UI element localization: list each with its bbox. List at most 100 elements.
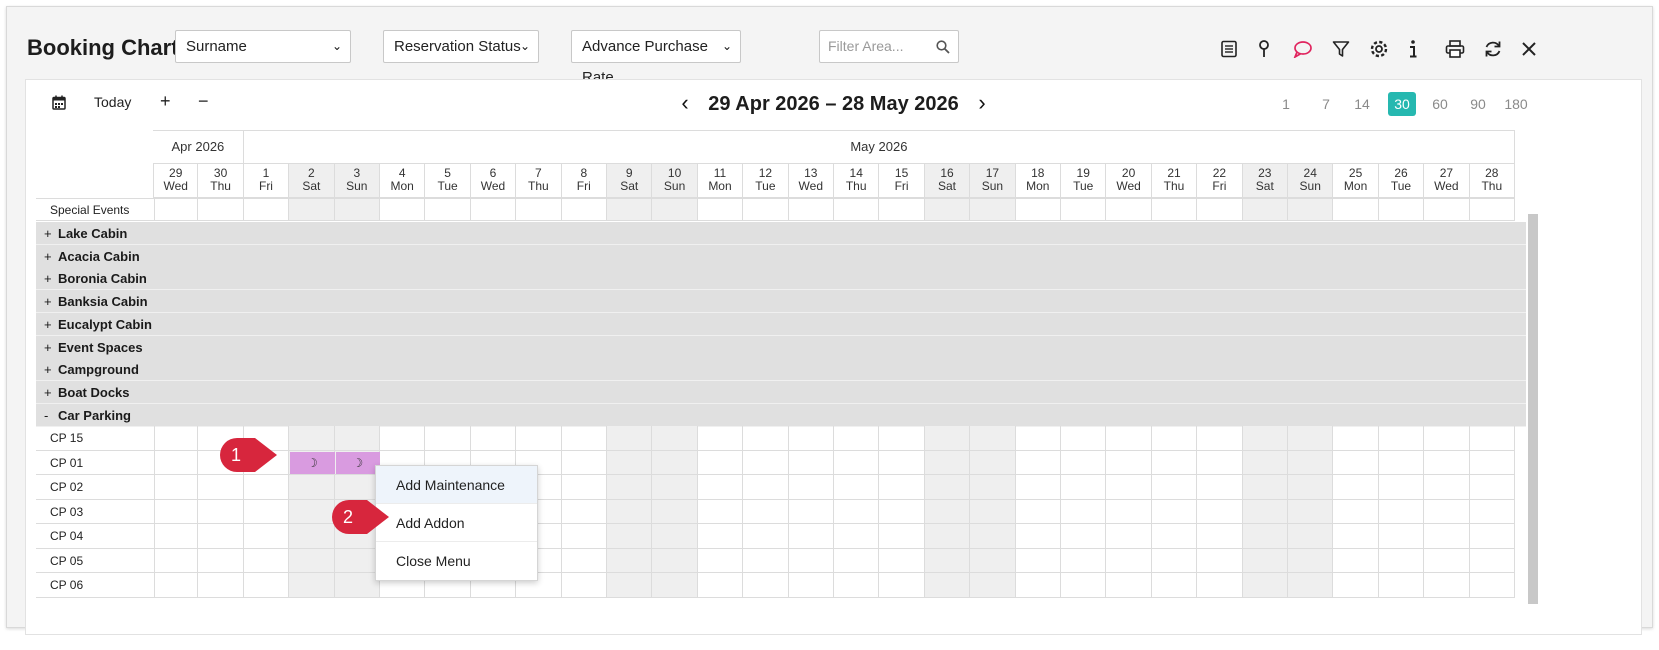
booking-cell[interactable] <box>153 548 199 573</box>
expand-toggle[interactable]: + <box>44 340 58 355</box>
expand-toggle[interactable]: + <box>44 317 58 332</box>
special-event-cell[interactable] <box>788 198 834 221</box>
booking-cell[interactable] <box>153 524 199 549</box>
special-event-cell[interactable] <box>1242 198 1288 221</box>
booking-cell[interactable] <box>1424 475 1470 500</box>
booking-cell[interactable] <box>289 475 335 500</box>
special-event-cell[interactable] <box>198 198 244 221</box>
booking-cell[interactable] <box>289 426 335 451</box>
booking-cell[interactable] <box>1106 573 1152 598</box>
special-event-cell[interactable] <box>1378 198 1425 221</box>
special-event-cell[interactable] <box>1197 198 1243 221</box>
booking-cell[interactable] <box>652 573 698 598</box>
booking-cell[interactable] <box>879 573 925 598</box>
booking-cell[interactable] <box>1015 475 1061 500</box>
surname-select[interactable]: Surname ⌄ <box>175 30 351 63</box>
booking-cell[interactable] <box>834 548 880 573</box>
category-row[interactable]: + Eucalypt Cabin <box>36 312 1526 336</box>
booking-cell[interactable] <box>924 450 971 475</box>
special-event-cell[interactable] <box>1288 198 1334 221</box>
booking-cell[interactable] <box>1015 548 1061 573</box>
booking-cell[interactable] <box>1242 548 1288 573</box>
booking-cell[interactable] <box>1424 499 1470 524</box>
booking-cell[interactable] <box>1151 450 1198 475</box>
booking-cell[interactable] <box>788 548 834 573</box>
booking-cell[interactable] <box>834 524 880 549</box>
booking-cell[interactable] <box>970 426 1016 451</box>
booking-cell[interactable] <box>561 426 607 451</box>
booking-cell[interactable] <box>607 426 653 451</box>
booking-cell[interactable] <box>697 450 744 475</box>
booking-cell[interactable] <box>1378 524 1425 549</box>
reservation-status-select[interactable]: Reservation Status ⌄ <box>383 30 539 63</box>
booking-cell[interactable] <box>834 450 880 475</box>
booking-cell[interactable] <box>697 426 744 451</box>
special-event-cell[interactable] <box>425 198 471 221</box>
special-event-cell[interactable] <box>970 198 1016 221</box>
booking-cell[interactable] <box>879 548 925 573</box>
booking-cell[interactable] <box>1469 573 1515 598</box>
pin-icon[interactable] <box>1252 37 1276 61</box>
booking-cell[interactable] <box>425 426 471 451</box>
booking-cell[interactable] <box>970 499 1016 524</box>
booking-cell[interactable] <box>788 450 834 475</box>
booking-cell[interactable] <box>652 524 698 549</box>
zoom-180-days[interactable]: 180 <box>1502 92 1530 116</box>
booking-cell[interactable] <box>652 426 698 451</box>
category-row[interactable]: + Banksia Cabin <box>36 290 1526 314</box>
booking-cell[interactable] <box>1061 450 1107 475</box>
booking-cell[interactable] <box>652 548 698 573</box>
special-event-cell[interactable] <box>652 198 698 221</box>
booking-cell[interactable] <box>1061 426 1107 451</box>
special-event-cell[interactable] <box>470 198 517 221</box>
booking-cell[interactable] <box>1378 450 1425 475</box>
booking-cell[interactable] <box>970 524 1016 549</box>
expand-toggle[interactable]: + <box>44 249 58 264</box>
booking-cell[interactable] <box>834 499 880 524</box>
booking-cell[interactable] <box>1469 475 1515 500</box>
booking-cell[interactable] <box>652 450 698 475</box>
booking-cell[interactable] <box>1015 573 1061 598</box>
booking-cell[interactable] <box>1151 573 1198 598</box>
expand-toggle[interactable]: + <box>44 226 58 241</box>
booking-cell[interactable] <box>697 573 744 598</box>
booking-cell[interactable] <box>607 499 653 524</box>
booking-cell[interactable] <box>743 499 789 524</box>
booking-cell[interactable] <box>924 499 971 524</box>
category-row[interactable]: - Car Parking <box>36 403 1526 427</box>
booking-cell[interactable] <box>1378 548 1425 573</box>
booking-cell[interactable] <box>243 475 290 500</box>
booking-cell[interactable] <box>607 450 653 475</box>
booking-cell[interactable] <box>289 573 335 598</box>
booking-cell[interactable] <box>153 426 199 451</box>
booking-cell[interactable] <box>788 499 834 524</box>
gear-icon[interactable] <box>1367 37 1391 61</box>
special-event-cell[interactable] <box>289 198 335 221</box>
booking-cell[interactable] <box>697 524 744 549</box>
booking-cell[interactable] <box>289 548 335 573</box>
booking-cell[interactable] <box>380 426 426 451</box>
booking-cell[interactable] <box>561 548 607 573</box>
booking-cell[interactable] <box>1333 450 1379 475</box>
booking-cell[interactable] <box>1061 524 1107 549</box>
booking-cell[interactable] <box>561 573 607 598</box>
booking-cell[interactable] <box>879 475 925 500</box>
booking-cell[interactable] <box>243 573 290 598</box>
booking-cell[interactable] <box>1469 499 1515 524</box>
expand-toggle[interactable]: + <box>44 294 58 309</box>
category-row[interactable]: + Event Spaces <box>36 335 1526 359</box>
booking-cell[interactable] <box>1469 450 1515 475</box>
booking-cell[interactable] <box>1151 475 1198 500</box>
special-event-cell[interactable] <box>561 198 607 221</box>
booking-cell[interactable] <box>1424 524 1470 549</box>
booking-cell[interactable] <box>607 548 653 573</box>
category-row[interactable]: + Boat Docks <box>36 380 1526 404</box>
info-icon[interactable] <box>1401 37 1425 61</box>
category-row[interactable]: + Lake Cabin <box>36 222 1526 245</box>
booking-cell[interactable] <box>970 450 1016 475</box>
booking-cell[interactable] <box>153 573 199 598</box>
booking-cell[interactable] <box>970 573 1016 598</box>
special-event-cell[interactable] <box>1106 198 1152 221</box>
booking-cell[interactable] <box>1333 548 1379 573</box>
special-event-cell[interactable] <box>516 198 562 221</box>
